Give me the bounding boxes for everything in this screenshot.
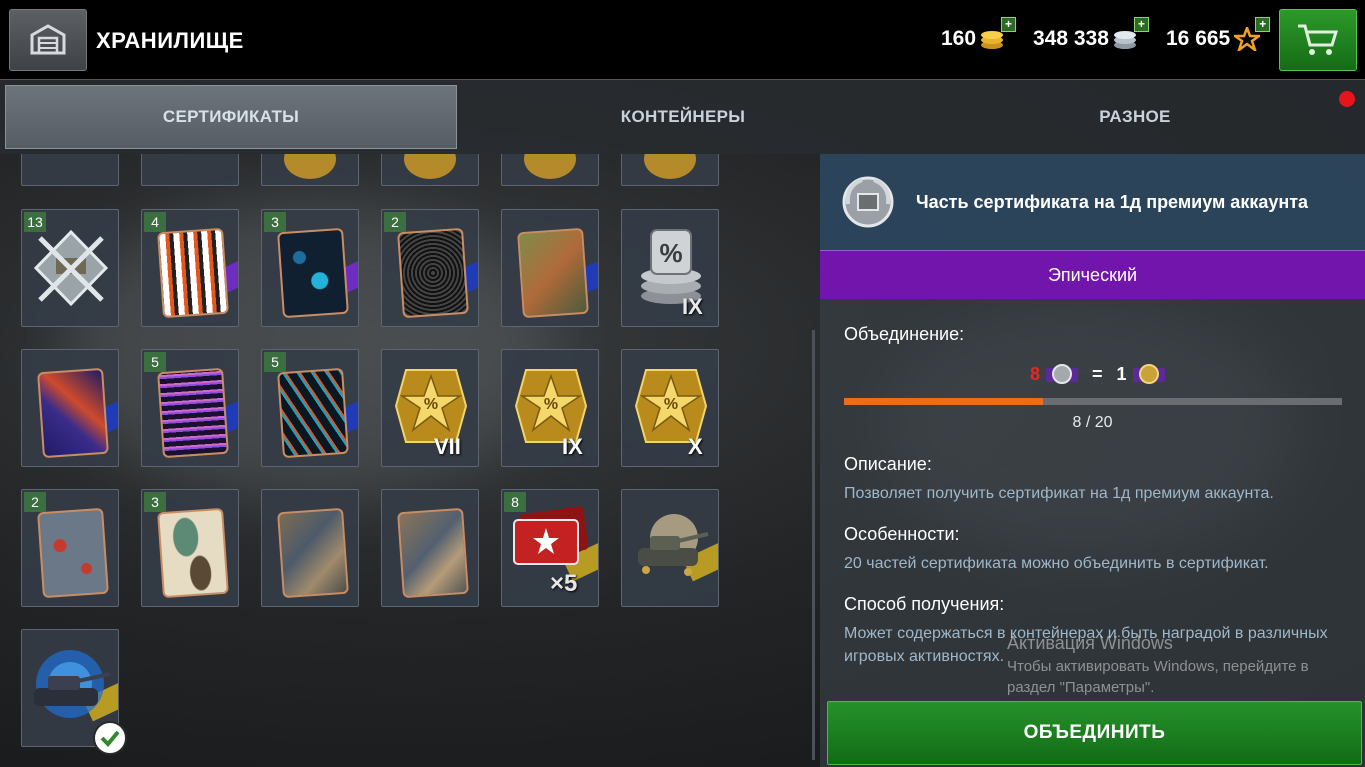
tank-icon (638, 514, 709, 576)
garage-icon (30, 24, 66, 55)
page-title: ХРАНИЛИЩЕ (96, 28, 244, 53)
grid-item-premium-certificate-part[interactable]: 13 (21, 209, 119, 327)
silver-coins-icon: + (1113, 17, 1149, 51)
merge-equals: = (1092, 363, 1103, 384)
grid-item-camo[interactable]: 2 (21, 489, 119, 607)
item-count: 8 (504, 492, 526, 512)
merge-label: Объединение: (844, 324, 965, 344)
grid-item-discount-star[interactable]: % X (621, 349, 719, 467)
grid-item-discount-star[interactable]: % VII (381, 349, 479, 467)
buy-free-xp-plus-icon[interactable]: + (1255, 17, 1271, 32)
gold-coins-icon: + (980, 17, 1017, 51)
grid-item[interactable] (21, 154, 119, 186)
item-count: 3 (264, 212, 286, 232)
tab-bar: СЕРТИФИКАТЫ КОНТЕЙНЕРЫ РАЗНОЕ (0, 80, 1365, 154)
merge-need-count: 8 (1030, 363, 1041, 384)
merge-button[interactable]: ОБЪЕДИНИТЬ (827, 701, 1362, 765)
grid-item[interactable] (381, 154, 479, 186)
tab-misc[interactable]: РАЗНОЕ (910, 80, 1360, 154)
free-xp-balance[interactable]: 16 665 + (1166, 17, 1271, 54)
windows-activation-text: Чтобы активировать Windows, перейдите в … (1007, 658, 1309, 696)
credits-balance[interactable]: 348 338 + (1033, 17, 1149, 51)
grid-item-camo[interactable]: 3 (141, 489, 239, 607)
merge-progress-fill (844, 398, 1044, 405)
svg-text:%: % (664, 396, 678, 413)
item-count: 5 (264, 352, 286, 372)
grid-item[interactable] (621, 154, 719, 186)
tier-label: IX (682, 294, 703, 319)
red-star-cards-icon (513, 506, 589, 565)
item-count: 5 (144, 352, 166, 372)
item-title: Часть сертификата на 1д премиум аккаунта (916, 192, 1309, 212)
rarity-banner: Эпический (820, 250, 1365, 299)
obtain-label: Способ получения: (844, 594, 1005, 614)
crossed-wings-badge-icon (33, 229, 109, 307)
description-label: Описание: (844, 454, 932, 474)
merge-progress-text: 8 / 20 (1072, 414, 1113, 431)
grid-item-camo[interactable] (21, 349, 119, 467)
gold-balance[interactable]: 160 + (941, 17, 1017, 51)
windows-activation-title: Активация Windows (1007, 633, 1173, 653)
free-xp-amount: 16 665 (1166, 27, 1231, 50)
description-text: Позволяет получить сертификат на 1д прем… (844, 485, 1274, 502)
tier-label: IX (562, 434, 583, 459)
grid-item-booster-pack[interactable]: 8 ×5 (501, 489, 599, 607)
tab-containers[interactable]: КОНТЕЙНЕРЫ (458, 80, 908, 154)
svg-text:%: % (659, 238, 682, 268)
grid-item-discount-star[interactable]: % IX (501, 349, 599, 467)
certificates-grid: 13 4 3 2 % IX 5 5 % VII % IX % X 2 3 8 ×… (0, 154, 818, 767)
multiplier-label: ×5 (550, 570, 578, 597)
certificate-part-medal-icon (842, 176, 894, 228)
item-count: 3 (144, 492, 166, 512)
certificate-part-small-icon (1046, 364, 1079, 384)
grid-item-camo[interactable]: 5 (141, 349, 239, 467)
scrollbar[interactable] (812, 330, 815, 760)
cart-icon (1298, 24, 1339, 55)
shop-button[interactable] (1279, 9, 1357, 71)
grid-item-camo[interactable] (501, 209, 599, 327)
svg-text:%: % (424, 396, 438, 413)
item-count: 4 (144, 212, 166, 232)
tier-label: VII (434, 434, 461, 459)
tier-label: X (688, 434, 703, 459)
credits-amount: 348 338 (1033, 27, 1109, 50)
item-count: 2 (24, 492, 46, 512)
grid-item-camo[interactable]: 5 (261, 349, 359, 467)
merge-progress-bar (844, 398, 1342, 405)
tank-icon (34, 650, 111, 718)
buy-gold-plus-icon[interactable]: + (1001, 17, 1017, 32)
buy-credits-plus-icon[interactable]: + (1133, 17, 1149, 32)
gold-amount: 160 (941, 27, 977, 50)
grid-item-camo[interactable]: 4 (141, 209, 239, 327)
svg-text:%: % (544, 396, 558, 413)
features-label: Особенности: (844, 524, 960, 544)
tab-certificates[interactable]: СЕРТИФИКАТЫ (5, 85, 457, 149)
item-count: 13 (24, 212, 46, 232)
grid-item-camo[interactable]: 2 (381, 209, 479, 327)
star-icon: + (1231, 17, 1271, 54)
grid-item-camo[interactable]: 3 (261, 209, 359, 327)
merge-formula: 8 = 1 (1030, 362, 1165, 386)
premium-certificate-small-icon (1132, 364, 1165, 384)
grid-item[interactable] (261, 154, 359, 186)
item-count: 2 (384, 212, 406, 232)
features-text: 20 частей сертификата можно объединить в… (844, 555, 1269, 572)
grid-item[interactable] (501, 154, 599, 186)
top-bar: ХРАНИЛИЩЕ 160 + 348 338 + 16 665 + (0, 0, 1365, 80)
grid-item-camo[interactable] (381, 489, 479, 607)
hangar-button[interactable] (9, 9, 87, 71)
grid-item[interactable] (141, 154, 239, 186)
item-detail-header: Часть сертификата на 1д премиум аккаунта (820, 154, 1365, 250)
grid-item-camo[interactable] (261, 489, 359, 607)
grid-item-tank-reward[interactable] (621, 489, 719, 607)
merge-result-count: 1 (1116, 363, 1127, 384)
grid-item-discount-coins[interactable]: % IX (621, 209, 719, 327)
notification-dot (1339, 91, 1355, 107)
